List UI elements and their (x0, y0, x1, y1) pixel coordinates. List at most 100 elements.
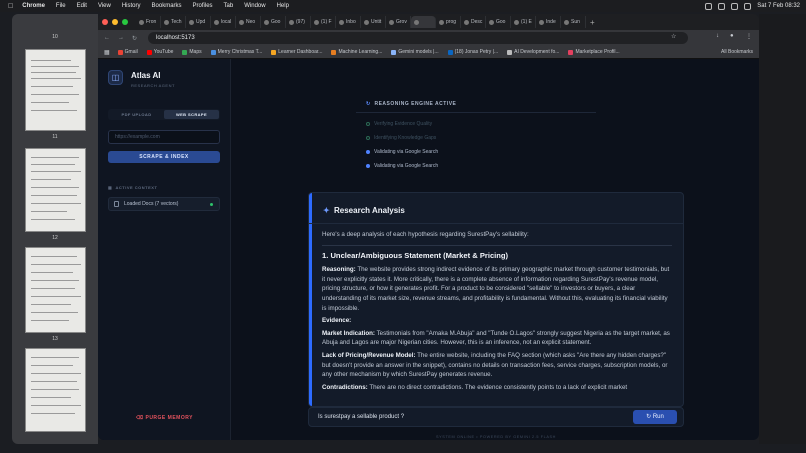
favicon-icon (289, 19, 294, 25)
browser-tab[interactable]: Grov (386, 16, 411, 28)
engine-step: Validating via Google Search (366, 163, 438, 169)
bookmark-item[interactable]: Marketplace Profil... (568, 49, 620, 55)
check-icon (366, 136, 370, 140)
bookmark-item[interactable]: (18) Jonas Petry |... (447, 49, 499, 55)
browser-tab[interactable]: Tech (161, 16, 186, 28)
page-thumbnail[interactable] (25, 148, 86, 232)
new-tab-icon[interactable]: + (590, 18, 595, 27)
menu-bookmarks[interactable]: Bookmarks (152, 3, 182, 9)
apps-grid-icon[interactable]: ▦ (104, 49, 110, 56)
address-toolbar: ← → ↻ localhost:5173 ☆ ↓ ● ⋮ (98, 30, 759, 46)
url-input[interactable]: https://example.com (108, 130, 220, 144)
context-item[interactable]: Loaded Docs (7 vectors) (108, 197, 220, 211)
bookmark-item[interactable]: YouTube (146, 49, 173, 55)
all-bookmarks[interactable]: All Bookmarks (721, 49, 753, 55)
active-dot-icon (366, 164, 370, 168)
menu-view[interactable]: View (98, 3, 111, 9)
url-bar[interactable]: localhost:5173 (148, 32, 688, 44)
wifi-icon[interactable] (731, 2, 739, 10)
card-accent-bar (309, 193, 312, 406)
menu-edit[interactable]: Edit (77, 3, 87, 9)
close-window-icon[interactable] (102, 19, 108, 25)
browser-tab[interactable]: Neo (236, 16, 261, 28)
check-icon (366, 122, 370, 126)
minimize-window-icon[interactable] (112, 19, 118, 25)
back-icon[interactable]: ← (104, 35, 110, 41)
bookmark-item[interactable]: Machine Learning... (331, 49, 382, 55)
run-button[interactable]: ↻ Run (633, 410, 677, 424)
browser-tab[interactable]: Fron (136, 16, 161, 28)
browser-tab[interactable]: prog (436, 16, 461, 28)
tab-pdf-upload[interactable]: PDF UPLOAD (109, 110, 164, 119)
bookmark-label: Gemini models |... (398, 49, 439, 55)
tray-icon[interactable] (718, 2, 726, 10)
bookmark-label: (18) Jonas Petry |... (454, 49, 499, 55)
purge-memory-button[interactable]: ⌫ PURGE MEMORY (98, 415, 231, 421)
bookmark-star-icon[interactable]: ☆ (671, 33, 676, 40)
browser-tab[interactable]: Sun (561, 16, 586, 28)
browser-tab[interactable]: Untit (361, 16, 386, 28)
pdf-thumbnail-pane: 10 11 12 13 (12, 14, 98, 444)
download-icon[interactable]: ↓ (716, 33, 719, 39)
bookmark-item[interactable]: AI Development fo... (507, 49, 559, 55)
tab-web-scrape[interactable]: WEB SCRAPE (164, 110, 219, 119)
reload-icon[interactable]: ↻ (132, 35, 137, 42)
spinner-icon: ↻ (366, 101, 371, 107)
purge-label: PURGE MEMORY (145, 415, 193, 421)
bookmark-icon (568, 49, 574, 55)
bookmark-item[interactable]: Gmail (117, 49, 138, 55)
page-thumbnail[interactable] (25, 49, 86, 131)
scrape-index-button[interactable]: SCRAPE & INDEX (108, 151, 220, 163)
browser-tab[interactable]: Inde (536, 16, 561, 28)
favicon-icon (464, 19, 469, 25)
browser-tab[interactable]: (1) E (511, 16, 536, 28)
more-menu-icon[interactable]: ⋮ (746, 33, 752, 40)
page-thumbnail[interactable] (25, 247, 86, 333)
tab-label: Goo (496, 19, 506, 25)
profile-icon[interactable]: ● (730, 33, 734, 39)
bookmark-label: Machine Learning... (338, 49, 383, 55)
bookmark-item[interactable]: Maps (182, 49, 202, 55)
bookmark-item[interactable]: Merry Christmas T... (210, 49, 262, 55)
favicon-icon (239, 19, 244, 25)
contradictions-paragraph: Contradictions: There are no direct cont… (322, 383, 628, 391)
browser-tab[interactable]: Desc (461, 16, 486, 28)
app-subtitle: RESEARCH AGENT (131, 83, 175, 88)
query-input[interactable]: Is surestpay a sellable product ? ↻ Run (308, 407, 684, 427)
pricing-paragraph: Lack of Pricing/Revenue Model: The entir… (322, 351, 668, 379)
browser-tab[interactable]: Inbo (336, 16, 361, 28)
engine-step: Validating via Google Search (366, 149, 438, 155)
forward-icon[interactable]: → (118, 35, 124, 41)
bookmark-item[interactable]: Learner Dashboar... (271, 49, 322, 55)
analysis-intro: Here's a deep analysis of each hypothesi… (322, 230, 672, 246)
battery-icon[interactable] (744, 2, 752, 10)
browser-tab[interactable]: (97) (286, 16, 311, 28)
tab-label: (1) E (521, 19, 532, 25)
browser-tab[interactable] (411, 16, 436, 28)
tab-label: (97) (296, 19, 305, 25)
tray-icon[interactable] (705, 2, 713, 10)
zoom-window-icon[interactable] (122, 19, 128, 25)
menu-profiles[interactable]: Profiles (193, 3, 213, 9)
page-thumbnail[interactable] (25, 348, 86, 432)
menu-app-name[interactable]: Chrome (22, 3, 45, 9)
menu-file[interactable]: File (56, 3, 66, 9)
browser-tab[interactable]: local (211, 16, 236, 28)
status-dot-icon (210, 203, 213, 206)
bookmark-item[interactable]: Gemini models |... (391, 49, 439, 55)
menu-tab[interactable]: Tab (224, 3, 234, 9)
browser-tab[interactable]: Goo (261, 16, 286, 28)
menu-history[interactable]: History (122, 3, 141, 9)
background-window (759, 14, 806, 444)
bookmark-icon (210, 49, 216, 55)
reasoning-engine-panel: ↻ REASONING ENGINE ACTIVE Verifying Evid… (356, 89, 596, 175)
active-context-header: ▦ ACTIVE CONTEXT (108, 185, 158, 190)
menu-window[interactable]: Window (244, 3, 265, 9)
menubar-clock[interactable]: Sat 7 Feb 08:32 (757, 3, 800, 9)
apple-icon[interactable]:  (8, 3, 13, 10)
browser-tab[interactable]: Upd (186, 16, 211, 28)
browser-tab[interactable]: Goo (486, 16, 511, 28)
menubar-tray: Sat 7 Feb 08:32 (705, 0, 800, 12)
browser-tab[interactable]: (1) F (311, 16, 336, 28)
menu-help[interactable]: Help (277, 3, 289, 9)
